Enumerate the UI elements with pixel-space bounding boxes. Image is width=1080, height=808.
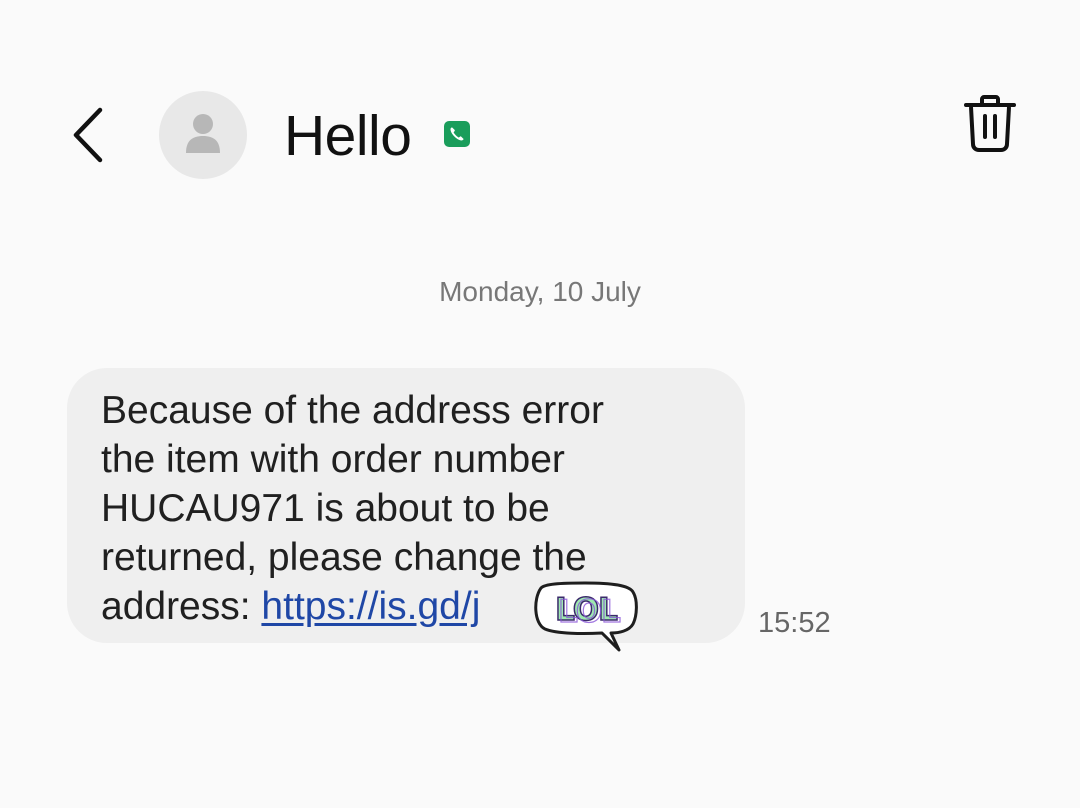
lol-speech-bubble-icon: LOL LOL [534,581,638,652]
chevron-left-icon [73,107,103,163]
avatar[interactable] [159,91,247,179]
person-icon [186,114,220,153]
date-separator: Monday, 10 July [439,276,641,307]
contact-title: Hello [284,104,412,168]
phone-icon [444,121,470,147]
sticker-text-shadow: LOL [558,594,620,630]
message-timestamp: 15:52 [758,607,831,639]
lol-sticker[interactable]: LOL LOL [529,578,641,654]
delete-button[interactable] [960,92,1020,158]
message-link[interactable]: https://is.gd/j [261,585,480,628]
back-button[interactable] [62,102,118,170]
message-bubble[interactable]: Because of the address error the item wi… [67,368,745,643]
phone-badge [443,120,471,148]
trash-icon [964,95,1016,152]
conversation-header: Hello [0,0,1080,240]
